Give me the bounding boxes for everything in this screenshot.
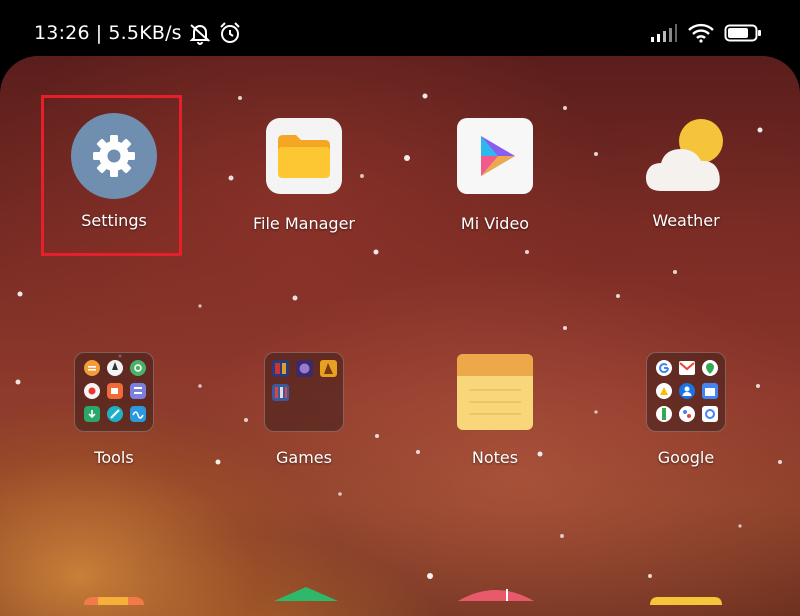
app-label-file-manager: File Manager bbox=[253, 214, 355, 233]
battery-icon bbox=[724, 23, 762, 43]
mute-notifications-icon bbox=[188, 21, 212, 45]
google-folder-icon bbox=[646, 352, 726, 432]
play-icon bbox=[457, 118, 533, 194]
folder-icon bbox=[266, 118, 342, 194]
status-separator: | bbox=[95, 22, 103, 44]
dock-app-peek-1[interactable] bbox=[78, 590, 150, 605]
dock-app-peek-2[interactable] bbox=[270, 586, 342, 601]
status-bar: 13:26 | 5.5KB/s bbox=[0, 0, 800, 60]
folder-label-google: Google bbox=[657, 448, 715, 467]
folder-label-games: Games bbox=[276, 448, 332, 467]
folder-google[interactable]: Google bbox=[611, 352, 761, 467]
app-mi-video[interactable]: Mi Video bbox=[420, 118, 570, 233]
selection-highlight bbox=[41, 95, 182, 256]
app-file-manager[interactable]: File Manager bbox=[229, 118, 379, 233]
alarm-icon bbox=[218, 21, 242, 45]
app-notes[interactable]: Notes bbox=[420, 352, 570, 467]
signal-icon bbox=[650, 23, 678, 43]
status-network-speed: 5.5KB/s bbox=[108, 22, 182, 44]
folder-games[interactable]: Games bbox=[229, 352, 379, 467]
status-left: 13:26 | 5.5KB/s bbox=[34, 20, 242, 46]
dock-app-peek-3[interactable] bbox=[458, 586, 534, 601]
wifi-icon bbox=[688, 23, 714, 43]
status-right bbox=[650, 20, 762, 46]
folder-label-tools: Tools bbox=[94, 448, 134, 467]
notes-icon bbox=[457, 352, 533, 432]
app-label-weather: Weather bbox=[652, 211, 720, 230]
app-weather[interactable]: Weather bbox=[611, 113, 761, 230]
status-time: 13:26 bbox=[34, 22, 90, 44]
games-folder-icon bbox=[264, 352, 344, 432]
sun-cloud-icon bbox=[643, 113, 729, 199]
dock-app-peek-4[interactable] bbox=[650, 590, 722, 605]
tools-folder-icon bbox=[74, 352, 154, 432]
app-label-mi-video: Mi Video bbox=[460, 214, 530, 233]
app-label-notes: Notes bbox=[471, 448, 519, 467]
folder-tools[interactable]: Tools bbox=[39, 352, 189, 467]
